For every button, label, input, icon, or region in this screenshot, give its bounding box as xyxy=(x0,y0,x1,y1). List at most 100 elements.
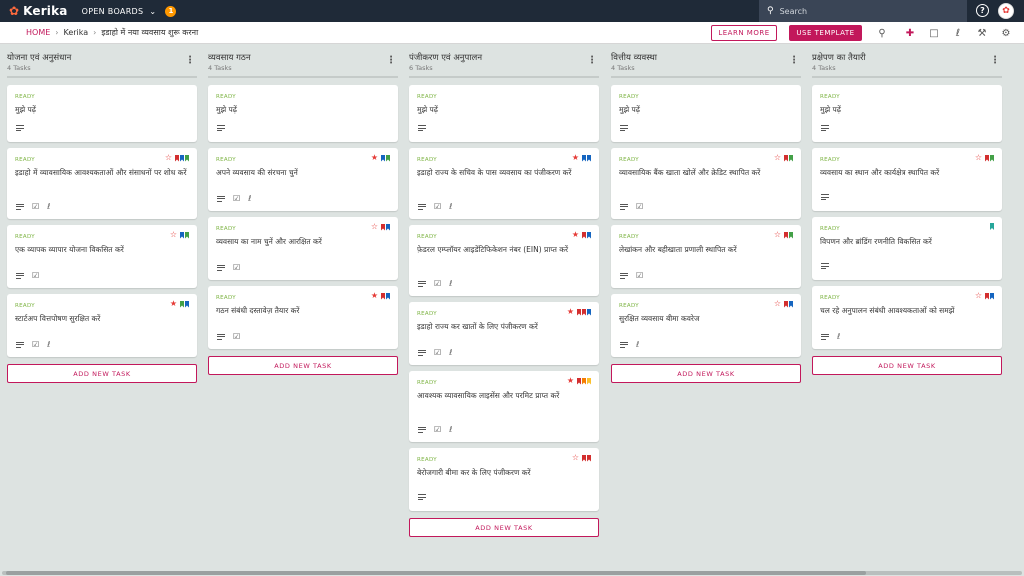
more-vert-icon[interactable]: ⋮ xyxy=(789,55,799,66)
task-flags: ☆ xyxy=(975,154,994,162)
help-icon[interactable]: ? xyxy=(976,4,989,17)
task-title[interactable]: इडाहो में व्यावसायिक आवश्यकताओं और संसाध… xyxy=(15,168,187,178)
more-vert-icon[interactable]: ⋮ xyxy=(185,55,195,66)
column-title[interactable]: वित्तीय व्यवस्था xyxy=(611,52,801,63)
task-title[interactable]: व्यावसायिक बैंक खाता खोलें और क्रेडिट स्… xyxy=(619,168,791,178)
star-outline-icon[interactable]: ☆ xyxy=(170,231,177,239)
notification-badge[interactable]: 1 xyxy=(165,5,177,17)
star-outline-icon[interactable]: ☆ xyxy=(774,300,781,308)
task-card[interactable]: ☆ READY बेरोजगारी बीमा कर के लिए पंजीकरण क… xyxy=(409,448,599,511)
task-title[interactable]: बेरोजगारी बीमा कर के लिए पंजीकरण करें xyxy=(417,468,589,478)
add-new-task-button[interactable]: ADD NEW TASK xyxy=(409,518,599,537)
task-card[interactable]: ★ READY इडाहो राज्य कर खातों के लिए पंजीकर… xyxy=(409,302,599,365)
star-icon[interactable]: ★ xyxy=(567,308,574,316)
star-outline-icon[interactable]: ☆ xyxy=(165,154,172,162)
task-title[interactable]: सुरक्षित व्यवसाय बीमा कवरेज xyxy=(619,314,791,324)
task-title[interactable]: स्टार्टअप वित्तपोषण सुरक्षित करें xyxy=(15,314,187,324)
star-outline-icon[interactable]: ☆ xyxy=(975,154,982,162)
task-title[interactable]: फ़ेडरल एम्प्लॉयर आइडेंटिफिकेशन नंबर (EIN… xyxy=(417,245,589,255)
task-title[interactable]: चल रहे अनुपालन संबंधी आवश्यकताओं को समझे… xyxy=(820,306,992,316)
star-outline-icon[interactable]: ☆ xyxy=(774,231,781,239)
breadcrumb-home[interactable]: HOME xyxy=(26,28,50,37)
task-card[interactable]: ★ READY आवश्यक व्यावसायिक लाइसेंस और परमिट… xyxy=(409,371,599,442)
task-card[interactable]: ☆ READY चल रहे अनुपालन संबंधी आवश्यकताओं क… xyxy=(812,286,1002,349)
bookmark-icon xyxy=(386,292,390,300)
task-card[interactable]: ☆ READY इडाहो में व्यावसायिक आवश्यकताओं और… xyxy=(7,148,197,219)
task-title[interactable]: आवश्यक व्यावसायिक लाइसेंस और परमिट प्राप… xyxy=(417,391,589,401)
search-box[interactable]: ⚲ Search xyxy=(759,0,967,22)
task-indicators: ☑ ℓ xyxy=(418,425,452,434)
breadcrumb-org[interactable]: Kerika xyxy=(63,28,88,37)
task-title[interactable]: गठन संबंधी दस्तावेज़ तैयार करें xyxy=(216,306,388,316)
task-card[interactable]: ☆ READY एक व्यापक व्यापार योजना विकसित करे… xyxy=(7,225,197,288)
task-card[interactable]: READY मुझे पढ़ें xyxy=(611,85,801,142)
more-vert-icon[interactable]: ⋮ xyxy=(990,55,1000,66)
avatar[interactable]: ✿ xyxy=(998,3,1014,19)
task-card[interactable]: ☆ READY सुरक्षित व्यवसाय बीमा कवरेज ℓ xyxy=(611,294,801,357)
task-title[interactable]: व्यवसाय का स्थान और कार्यक्षेत्र स्थापित… xyxy=(820,168,992,178)
task-title[interactable]: मुझे पढ़ें xyxy=(417,105,589,115)
task-card[interactable]: ☆ READY व्यवसाय का नाम चुनें और आरक्षित कर… xyxy=(208,217,398,280)
column-title[interactable]: पंजीकरण एवं अनुपालन xyxy=(409,52,599,63)
use-template-button[interactable]: USE TEMPLATE xyxy=(789,25,862,41)
gear-icon[interactable]: ⚙ xyxy=(999,26,1013,40)
open-boards-menu[interactable]: OPEN BOARDS ⌄ xyxy=(82,7,157,16)
task-card[interactable]: ★ READY इडाहो राज्य के सचिव के पास व्यवसाय… xyxy=(409,148,599,219)
star-outline-icon[interactable]: ☆ xyxy=(371,223,378,231)
star-icon[interactable]: ★ xyxy=(371,154,378,162)
task-card[interactable]: ☆ READY व्यवसाय का स्थान और कार्यक्षेत्र स… xyxy=(812,148,1002,211)
task-title[interactable]: इडाहो राज्य के सचिव के पास व्यवसाय का पं… xyxy=(417,168,589,178)
task-flags: ☆ xyxy=(774,300,793,308)
add-new-task-button[interactable]: ADD NEW TASK xyxy=(611,364,801,383)
task-title[interactable]: मुझे पढ़ें xyxy=(820,105,992,115)
more-vert-icon[interactable]: ⋮ xyxy=(386,55,396,66)
task-title[interactable]: मुझे पढ़ें xyxy=(216,105,388,115)
star-icon[interactable]: ★ xyxy=(170,300,177,308)
task-card[interactable]: ☆ READY लेखांकन और बहीखाता प्रणाली स्थापित… xyxy=(611,225,801,288)
task-title[interactable]: इडाहो राज्य कर खातों के लिए पंजीकरण करें xyxy=(417,322,589,332)
task-card[interactable]: ★ READY गठन संबंधी दस्तावेज़ तैयार करें ☑ xyxy=(208,286,398,349)
star-icon[interactable]: ★ xyxy=(567,377,574,385)
add-person-icon[interactable]: ✚ xyxy=(903,26,917,40)
task-title[interactable]: अपने व्यवसाय की संरचना चुनें xyxy=(216,168,388,178)
task-card[interactable]: READY मुझे पढ़ें xyxy=(208,85,398,142)
task-title[interactable]: विपणन और ब्रांडिंग रणनीति विकसित करें xyxy=(820,237,992,247)
task-card[interactable]: READY विपणन और ब्रांडिंग रणनीति विकसित कर… xyxy=(812,217,1002,280)
column-title[interactable]: व्यवसाय गठन xyxy=(208,52,398,63)
task-card[interactable]: ★ READY स्टार्टअप वित्तपोषण सुरक्षित करें ☑… xyxy=(7,294,197,357)
column-title[interactable]: प्रक्षेपण का तैयारी xyxy=(812,52,1002,63)
add-new-task-button[interactable]: ADD NEW TASK xyxy=(812,356,1002,375)
wrench-icon[interactable]: ⚒ xyxy=(975,26,989,40)
task-card[interactable]: READY मुझे पढ़ें xyxy=(812,85,1002,142)
more-vert-icon[interactable]: ⋮ xyxy=(587,55,597,66)
task-card[interactable]: ☆ READY व्यावसायिक बैंक खाता खोलें और क्रे… xyxy=(611,148,801,219)
task-title[interactable]: व्यवसाय का नाम चुनें और आरक्षित करें xyxy=(216,237,388,247)
task-card[interactable]: ★ READY फ़ेडरल एम्प्लॉयर आइडेंटिफिकेशन नंब… xyxy=(409,225,599,296)
star-outline-icon[interactable]: ☆ xyxy=(572,454,579,462)
star-icon[interactable]: ★ xyxy=(572,231,579,239)
add-new-task-button[interactable]: ADD NEW TASK xyxy=(208,356,398,375)
task-title[interactable]: मुझे पढ़ें xyxy=(619,105,791,115)
learn-more-button[interactable]: LEARN MORE xyxy=(711,25,777,41)
search-icon[interactable]: ⚲ xyxy=(875,26,889,40)
task-title[interactable]: लेखांकन और बहीखाता प्रणाली स्थापित करें xyxy=(619,245,791,255)
column-title[interactable]: योजना एवं अनुसंधान xyxy=(7,52,197,63)
checklist-icon: ☑ xyxy=(434,348,442,357)
task-card[interactable]: READY मुझे पढ़ें xyxy=(7,85,197,142)
task-indicators xyxy=(821,194,837,200)
star-outline-icon[interactable]: ☆ xyxy=(774,154,781,162)
task-card[interactable]: ★ READY अपने व्यवसाय की संरचना चुनें ☑ ℓ xyxy=(208,148,398,211)
task-title[interactable]: एक व्यापक व्यापार योजना विकसित करें xyxy=(15,245,187,255)
star-outline-icon[interactable]: ☆ xyxy=(975,292,982,300)
attachment-icon[interactable]: ℓ xyxy=(951,26,965,40)
chat-icon[interactable]: □ xyxy=(927,26,941,40)
add-new-task-button[interactable]: ADD NEW TASK xyxy=(7,364,197,383)
horizontal-scrollbar-thumb[interactable] xyxy=(6,571,866,575)
task-title[interactable]: मुझे पढ़ें xyxy=(15,105,187,115)
kerika-logo[interactable]: ✿ Kerika xyxy=(9,4,68,18)
bookmark-icon xyxy=(582,454,586,462)
star-icon[interactable]: ★ xyxy=(572,154,579,162)
attachment-icon: ℓ xyxy=(449,202,453,211)
task-card[interactable]: READY मुझे पढ़ें xyxy=(409,85,599,142)
star-icon[interactable]: ★ xyxy=(371,292,378,300)
